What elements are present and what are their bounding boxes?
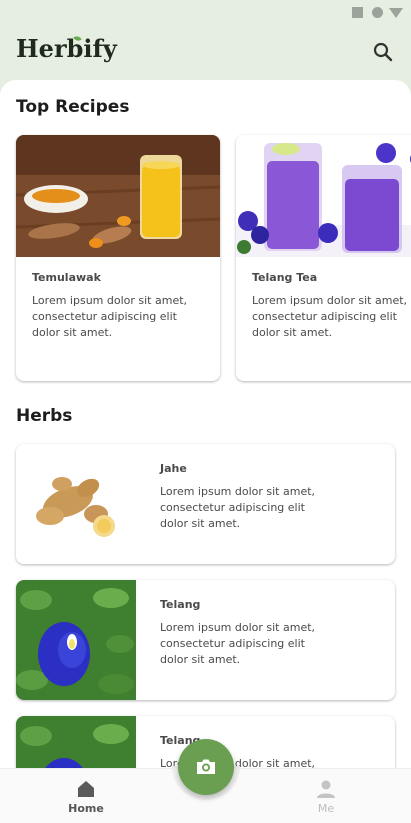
herb-title: Telang — [160, 598, 201, 611]
home-icon — [78, 781, 94, 797]
herb-image-jahe — [16, 444, 136, 564]
nav-label-home: Home — [68, 802, 104, 815]
herb-image-telang — [16, 716, 136, 768]
person-icon — [317, 780, 335, 798]
search-icon — [373, 42, 393, 62]
nav-label-me: Me — [317, 802, 335, 815]
triangle-icon — [389, 8, 403, 18]
status-bar — [0, 0, 411, 24]
recipe-description: Lorem ipsum dolor sit amet, consectetur … — [32, 294, 188, 339]
camera-button[interactable] — [178, 739, 234, 795]
recipe-title: Telang Tea — [252, 271, 318, 284]
herb-description: Lorem ipsum dolor sit amet, consectetur … — [160, 485, 316, 530]
app-logo: Herbify — [16, 34, 117, 63]
recipe-image-telang-tea — [236, 135, 411, 257]
herb-card-telang[interactable]: Telang Lorem ipsum dolor sit amet, conse… — [16, 580, 395, 700]
herb-card-jahe[interactable]: Jahe Lorem ipsum dolor sit amet, consect… — [16, 444, 395, 564]
recipe-card-telang-tea[interactable]: Telang Tea Lorem ipsum dolor sit amet, c… — [236, 135, 411, 381]
section-title-herbs: Herbs — [16, 406, 73, 426]
camera-icon — [197, 759, 215, 774]
recipe-title: Temulawak — [32, 271, 101, 284]
herb-title: Jahe — [160, 462, 187, 475]
herb-description: Lorem ipsum dolor sit amet, consectetur … — [160, 621, 316, 666]
nav-item-home[interactable]: Home — [46, 769, 126, 823]
search-button[interactable] — [371, 40, 395, 64]
main-content: Top Recipes Temulawak Lorem ipsum dolor … — [0, 80, 411, 768]
section-title-top-recipes: Top Recipes — [16, 97, 130, 117]
square-icon — [352, 7, 363, 18]
app-bar: Herbify — [0, 24, 411, 80]
nav-item-me[interactable]: Me — [286, 769, 366, 823]
circle-icon — [372, 7, 383, 18]
herb-image-telang — [16, 580, 136, 700]
recipe-card-temulawak[interactable]: Temulawak Lorem ipsum dolor sit amet, co… — [16, 135, 220, 381]
recipe-image-temulawak — [16, 135, 220, 257]
recipe-description: Lorem ipsum dolor sit amet, consectetur … — [252, 294, 408, 339]
